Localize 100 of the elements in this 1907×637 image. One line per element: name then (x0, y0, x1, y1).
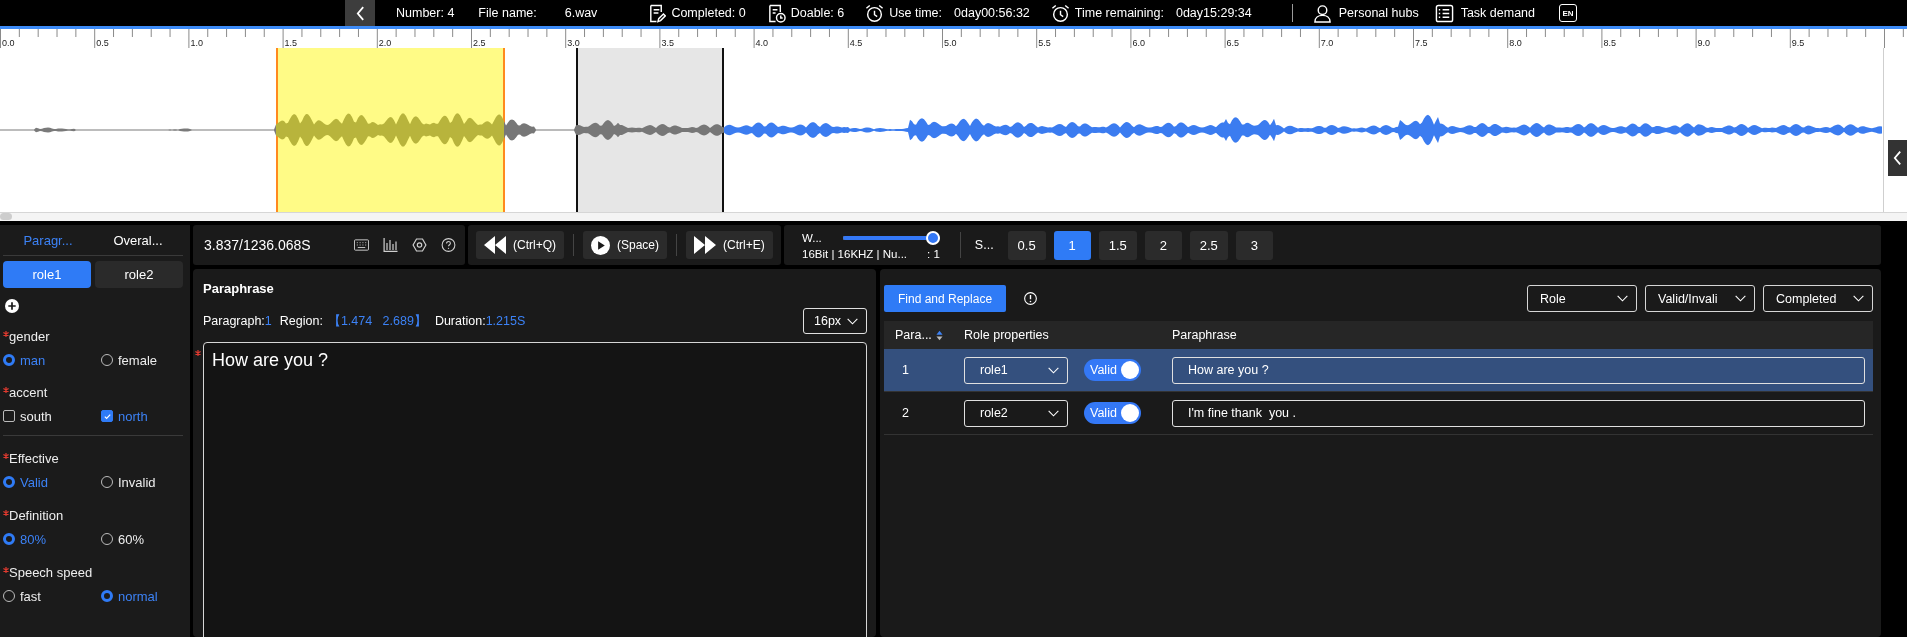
scrollbar-thumb[interactable] (0, 213, 12, 220)
fast-forward-icon (694, 236, 717, 254)
radio-option[interactable]: Invalid (101, 473, 183, 491)
filter-select[interactable]: Role (1527, 285, 1637, 312)
task-demand-link[interactable]: Task demand (1434, 3, 1535, 23)
ruler-label: 3.0 (567, 38, 580, 48)
ruler-label: 9.5 (1791, 38, 1805, 48)
stat-label: Doable: 6 (790, 6, 845, 20)
radio-option[interactable]: fast (3, 587, 101, 605)
role-select[interactable]: role1 (964, 356, 1068, 384)
stat-value: 0day00:56:32 (954, 6, 1030, 20)
panel-tab[interactable]: Paragr... (3, 225, 93, 255)
radio-button[interactable] (101, 476, 113, 488)
settings-icon[interactable] (412, 238, 427, 252)
speed-button[interactable]: 1.5 (1098, 230, 1137, 260)
table-row[interactable]: 2 role2 Valid I'm fine thank you . (884, 392, 1873, 435)
radio-option[interactable]: female (101, 351, 183, 369)
personal-hubs-link[interactable]: Personal hubs (1312, 3, 1419, 23)
horizontal-scrollbar[interactable] (0, 212, 1907, 221)
forward-button[interactable]: (Ctrl+E) (686, 231, 773, 259)
ruler-label: 8.5 (1603, 38, 1616, 48)
ruler-label: 1.0 (190, 38, 203, 48)
font-size-select[interactable]: 16px (803, 308, 867, 334)
help-icon[interactable] (441, 238, 456, 252)
radio-button[interactable] (101, 354, 113, 366)
radio-button[interactable] (101, 590, 113, 602)
stat-label: Use time: (889, 6, 943, 20)
checkbox[interactable] (101, 410, 113, 422)
radio-button[interactable] (3, 590, 15, 602)
ruler-label: 8.0 (1509, 38, 1522, 48)
radio-option[interactable]: man (3, 351, 101, 369)
ruler-label: 6.0 (1132, 38, 1145, 48)
radio-button[interactable] (101, 533, 113, 545)
radio-option[interactable]: normal (101, 587, 183, 605)
role-select[interactable]: role2 (964, 399, 1068, 427)
duration-label: Duration: (434, 314, 486, 328)
bar-chart-icon[interactable] (383, 238, 398, 252)
radio-option[interactable]: 80% (3, 530, 101, 548)
speed-button[interactable]: 2 (1144, 230, 1182, 260)
valid-toggle[interactable]: Valid (1084, 359, 1141, 381)
role-button[interactable]: role2 (95, 261, 183, 288)
radio-button[interactable] (3, 354, 15, 366)
radio-button[interactable] (3, 476, 15, 488)
chevron-down-icon (847, 317, 858, 325)
field-label: Effective (9, 450, 59, 468)
ruler-label: 0.5 (96, 38, 109, 48)
language-button[interactable]: EN (1559, 4, 1577, 22)
document-clock-icon (766, 3, 786, 23)
paraphrase-textarea[interactable]: How are you ? (203, 342, 867, 637)
ruler-label: 5.0 (944, 38, 957, 48)
audio-format-text: 16Bit | 16KHZ | Nu... (802, 247, 908, 260)
volume-label: W... (802, 232, 822, 244)
chevron-down-icon (1617, 295, 1628, 302)
exclamation-circle-icon[interactable] (1024, 292, 1038, 305)
paraphrase-input[interactable]: How are you ? (1172, 356, 1865, 384)
chevron-down-icon (1048, 366, 1059, 374)
speed-button[interactable]: 3 (1235, 230, 1273, 260)
filter-select[interactable]: Completed (1763, 285, 1873, 312)
collapse-button[interactable] (1888, 140, 1907, 176)
audio-region[interactable] (576, 48, 724, 212)
radio-button[interactable] (3, 533, 15, 545)
rewind-button[interactable]: (Ctrl+Q) (476, 231, 564, 259)
region-label: Region: (279, 314, 323, 328)
paraphrase-input[interactable]: I'm fine thank you . (1172, 399, 1865, 427)
task-number: Number: 4 (396, 6, 455, 20)
radio-option[interactable]: 60% (101, 530, 183, 548)
stat-label: Completed: 0 (671, 6, 746, 20)
paragraph-number: 1 (264, 314, 272, 328)
field-label: gender (9, 328, 50, 346)
panel-tab[interactable]: Overal... (93, 225, 183, 255)
ruler-label: 3.5 (661, 38, 674, 48)
speed-button[interactable]: 2.5 (1189, 230, 1228, 260)
chevron-down-icon (1048, 409, 1059, 417)
column-header: Paraphrase (1172, 328, 1237, 342)
radio-option[interactable]: Valid (3, 473, 101, 491)
find-replace-button[interactable]: Find and Replace (884, 285, 1007, 312)
checkbox-option[interactable]: north (101, 407, 183, 425)
column-header: Role properties (964, 328, 1049, 342)
checkbox-option[interactable]: south (3, 407, 101, 425)
sort-icon[interactable] (935, 329, 943, 341)
ruler-label: 9.0 (1697, 38, 1711, 48)
checklist-icon (1434, 3, 1454, 23)
add-role-button[interactable] (5, 299, 19, 313)
slider-thumb[interactable] (925, 231, 940, 245)
duration-value: 1.215S (485, 314, 526, 328)
role-button[interactable]: role1 (3, 261, 91, 288)
back-button[interactable] (345, 0, 375, 26)
keyboard-icon[interactable] (354, 238, 369, 252)
valid-toggle[interactable]: Valid (1084, 402, 1141, 424)
speed-button[interactable]: 0.5 (1007, 230, 1046, 260)
stat-label: Time remaining: (1074, 6, 1164, 20)
checkbox[interactable] (3, 410, 15, 422)
ruler-label: 0.0 (2, 38, 15, 48)
filter-select[interactable]: Valid/Invali (1645, 285, 1755, 312)
speed-button[interactable]: 1 (1053, 230, 1091, 260)
chevron-left-icon (355, 5, 365, 21)
play-button[interactable]: (Space) (583, 231, 668, 259)
play-icon (591, 235, 610, 255)
table-row[interactable]: 1 role1 Valid How are you ? (884, 349, 1873, 392)
speed-label: S... (974, 238, 994, 252)
